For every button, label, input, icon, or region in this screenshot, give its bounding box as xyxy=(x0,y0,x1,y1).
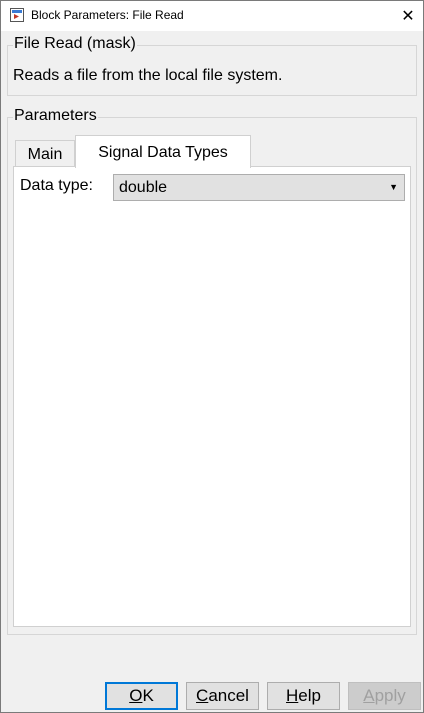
parameters-group-title: Parameters xyxy=(13,107,98,125)
dialog-window: Block Parameters: File Read ✕ File Read … xyxy=(0,0,424,713)
tab-signal-data-types[interactable]: Signal Data Types xyxy=(75,135,251,168)
ok-button[interactable]: OK xyxy=(105,682,178,710)
data-type-dropdown[interactable]: double ▼ xyxy=(113,174,405,201)
mask-description: Reads a file from the local file system. xyxy=(13,67,283,84)
tab-main[interactable]: Main xyxy=(15,140,75,167)
data-type-value: double xyxy=(119,179,168,196)
cancel-button[interactable]: Cancel xyxy=(186,682,259,710)
close-button[interactable]: ✕ xyxy=(393,1,423,31)
simulink-block-icon xyxy=(10,8,24,22)
window-title: Block Parameters: File Read xyxy=(31,8,184,22)
chevron-down-icon: ▼ xyxy=(389,182,398,192)
title-bar: Block Parameters: File Read ✕ xyxy=(1,1,423,31)
help-button[interactable]: Help xyxy=(267,682,340,710)
close-icon: ✕ xyxy=(401,8,415,25)
data-type-label: Data type: xyxy=(20,177,93,194)
apply-button[interactable]: Apply xyxy=(348,682,421,710)
tab-panel-signal-data-types: Data type: double ▼ xyxy=(13,166,411,627)
mask-group-title: File Read (mask) xyxy=(13,35,137,53)
